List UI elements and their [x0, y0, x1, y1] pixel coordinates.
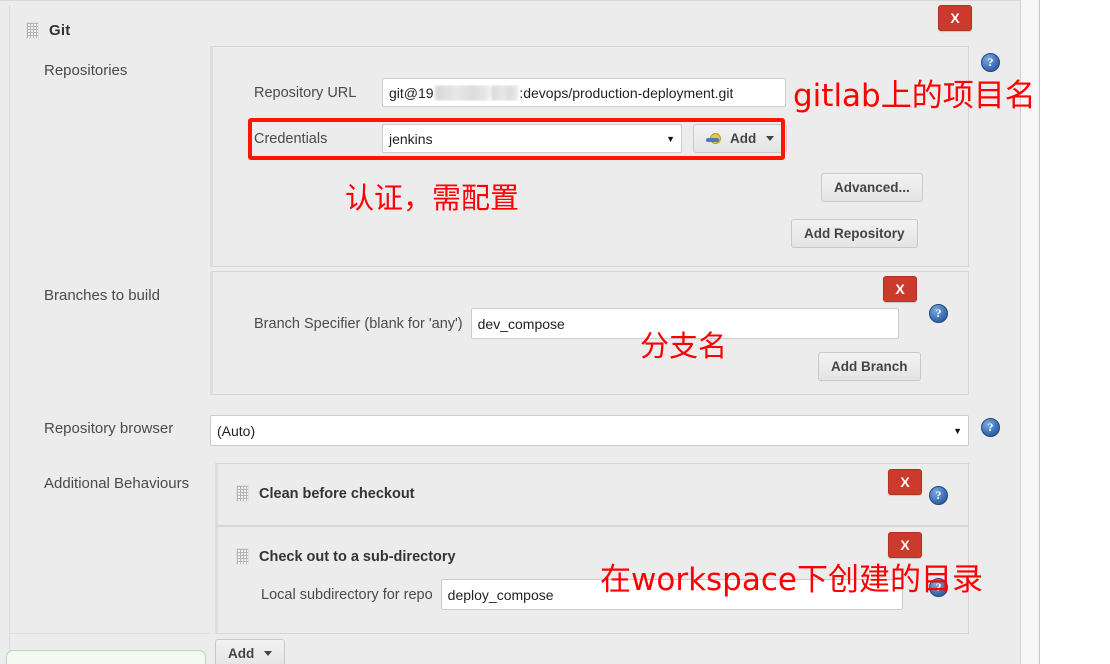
credentials-selected-value: jenkins	[389, 130, 433, 147]
help-icon-behaviour-2[interactable]: ?	[929, 578, 948, 597]
add-credentials-label: Add	[730, 131, 757, 146]
behaviour-1-title: Clean before checkout	[259, 485, 415, 502]
behaviour-checkout-subdirectory: Check out to a sub-directory X Local sub…	[215, 526, 969, 634]
add-branch-button[interactable]: Add Branch	[818, 352, 921, 381]
branch-specifier-row: Branch Specifier (blank for 'any') dev_c…	[254, 308, 899, 339]
right-page-background	[1041, 0, 1110, 664]
local-subdirectory-input[interactable]: deploy_compose	[440, 579, 903, 610]
label-credentials: Credentials	[254, 130, 328, 147]
advanced-button[interactable]: Advanced...	[821, 173, 923, 202]
repository-browser-select[interactable]: (Auto) ▼	[210, 415, 969, 446]
repository-url-row: Repository URL git@192.168.10.201:devops…	[254, 78, 786, 107]
repository-browser-value: (Auto)	[217, 422, 256, 439]
add-credentials-button[interactable]: Add	[693, 124, 788, 153]
delete-behaviour-2-button[interactable]: X	[888, 532, 922, 558]
behaviour-clean-before-checkout: Clean before checkout X	[215, 463, 969, 526]
label-repositories: Repositories	[44, 62, 128, 79]
url-prefix: git@19	[389, 84, 434, 101]
label-repository-url: Repository URL	[254, 84, 357, 101]
label-branch-specifier: Branch Specifier (blank for 'any')	[254, 315, 463, 332]
local-subdirectory-value: deploy_compose	[447, 586, 554, 603]
key-icon	[706, 132, 724, 145]
credentials-select[interactable]: jenkins ▼	[382, 124, 682, 153]
right-gutter	[1021, 0, 1040, 664]
delete-behaviour-1-button[interactable]: X	[888, 469, 922, 495]
branch-specifier-value: dev_compose	[477, 315, 565, 332]
add-behaviour-label: Add	[228, 646, 255, 661]
page-title: Git	[49, 22, 71, 39]
drag-handle-icon[interactable]	[26, 22, 39, 39]
caret-down-icon	[766, 136, 775, 141]
label-additional-behaviours: Additional Behaviours	[44, 475, 190, 492]
url-suffix: :devops/production-deployment.git	[519, 84, 734, 101]
repository-url-value: git@192.168.10.201:devops/production-dep…	[389, 84, 734, 101]
help-icon-branches[interactable]: ?	[929, 304, 948, 323]
drag-handle-icon-behaviour-2[interactable]	[236, 548, 249, 565]
git-scm-config-panel: Git X Repositories Repository URL git@19…	[0, 0, 1021, 664]
behaviour-2-header: Check out to a sub-directory	[236, 548, 456, 565]
url-redacted-2: .201	[491, 84, 519, 101]
chevron-down-icon-browser: ▼	[953, 425, 962, 436]
add-behaviour-button[interactable]: Add	[215, 639, 286, 664]
local-subdirectory-row: Local subdirectory for repo deploy_compo…	[261, 579, 903, 610]
git-section-header: Git	[26, 22, 70, 39]
label-local-subdirectory: Local subdirectory for repo	[261, 586, 433, 603]
bottom-green-panel	[6, 650, 206, 664]
help-icon-behaviour-1[interactable]: ?	[929, 486, 948, 505]
add-repository-button[interactable]: Add Repository	[791, 219, 918, 248]
repository-url-input[interactable]: git@192.168.10.201:devops/production-dep…	[382, 78, 786, 107]
chevron-down-icon: ▼	[666, 133, 675, 144]
behaviour-1-header: Clean before checkout	[236, 485, 415, 502]
label-repository-browser: Repository browser	[44, 420, 174, 437]
help-icon-repositories[interactable]: ?	[981, 53, 1000, 72]
label-branches-to-build: Branches to build	[44, 287, 160, 304]
panel-inner: Git X Repositories Repository URL git@19…	[6, 5, 1014, 664]
bottom-divider	[10, 633, 210, 634]
branch-specifier-input[interactable]: dev_compose	[470, 308, 899, 339]
url-redacted-1: 2.168.10	[434, 84, 490, 101]
screenshot-root: Git X Repositories Repository URL git@19…	[0, 0, 1110, 664]
repositories-box: Repository URL git@192.168.10.201:devops…	[210, 46, 969, 267]
branches-box: X Branch Specifier (blank for 'any') dev…	[210, 271, 969, 395]
delete-branch-button[interactable]: X	[883, 276, 917, 302]
caret-down-icon-add-behaviour	[264, 651, 273, 656]
credentials-row: Credentials jenkins ▼ Add	[254, 124, 788, 153]
drag-handle-icon-behaviour-1[interactable]	[236, 485, 249, 502]
help-icon-repository-browser[interactable]: ?	[981, 418, 1000, 437]
delete-git-scm-button[interactable]: X	[938, 5, 972, 31]
behaviour-2-title: Check out to a sub-directory	[259, 548, 456, 565]
